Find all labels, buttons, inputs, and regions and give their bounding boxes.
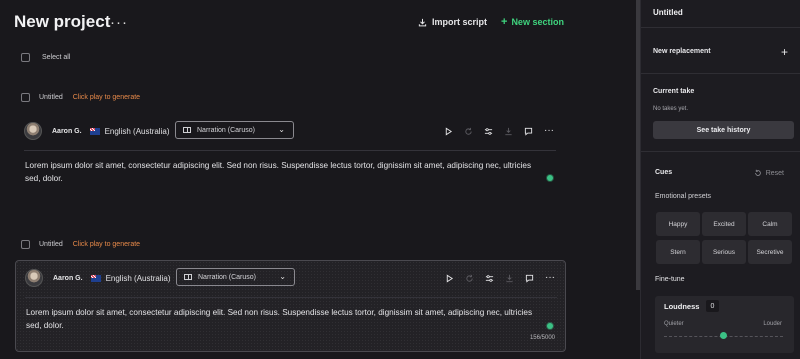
ellipsis-icon[interactable]: ··· [110, 14, 128, 31]
paragraph-actions: ··· [445, 268, 555, 288]
book-icon [183, 127, 191, 133]
comment-icon[interactable] [525, 274, 534, 283]
preset-serious[interactable]: Serious [702, 240, 746, 264]
character-count: 156/5000 [529, 335, 555, 341]
chevron-down-icon: ⌄ [279, 272, 286, 281]
language-label[interactable]: English (Australia) [105, 127, 170, 136]
loudness-value[interactable]: 0 [706, 300, 719, 312]
paragraph-toolbar: Aaron G. English (Australia) Narration (… [24, 121, 556, 141]
import-script-label: Import script [432, 17, 488, 27]
page-title: New project [14, 12, 111, 31]
section-header: Untitled Click play to generate [21, 240, 140, 249]
paragraph-text[interactable]: Lorem ipsum dolor sit amet, consectetur … [26, 306, 546, 332]
paragraph-toolbar: Aaron G. English (Australia) Narration (… [25, 268, 557, 288]
settings-sliders-icon[interactable] [485, 274, 494, 283]
model-select[interactable]: Narration (Caruso) ⌄ [175, 121, 294, 139]
play-icon[interactable] [445, 274, 454, 283]
preset-happy[interactable]: Happy [656, 212, 700, 236]
import-icon [418, 18, 427, 26]
loudness-slider-handle[interactable] [720, 332, 727, 339]
status-dot [547, 175, 553, 181]
import-script-button[interactable]: Import script [418, 17, 487, 27]
generate-hint: Click play to generate [72, 94, 141, 101]
see-take-history-button[interactable]: See take history [653, 121, 794, 139]
generate-hint: Click play to generate [72, 241, 141, 248]
reset-button[interactable]: Reset [754, 169, 784, 177]
avatar[interactable] [24, 122, 42, 140]
select-all-checkbox[interactable] [21, 53, 30, 62]
paragraph-actions: ··· [444, 121, 554, 141]
regenerate-icon[interactable] [465, 274, 474, 283]
editor-main: New project ··· Import script + New sect… [0, 0, 636, 359]
select-all-label: Select all [42, 54, 71, 61]
preset-stern[interactable]: Stern [656, 240, 700, 264]
new-replacement-label: New replacement [653, 48, 711, 55]
section-name[interactable]: Untitled [39, 94, 63, 101]
australia-flag-icon [89, 127, 100, 135]
model-label: Narration (Caruso) [198, 273, 256, 281]
play-icon[interactable] [444, 127, 453, 136]
divider [641, 27, 800, 28]
reset-label: Reset [765, 169, 784, 177]
louder-label: Louder [763, 321, 782, 327]
language-label[interactable]: English (Australia) [106, 274, 171, 283]
download-icon[interactable] [504, 127, 513, 136]
status-dot [547, 323, 553, 329]
comment-icon[interactable] [524, 127, 533, 136]
loudness-control: Loudness 0 Quieter Louder [655, 296, 794, 353]
divider [641, 151, 800, 152]
new-section-button[interactable]: + New section [501, 15, 564, 28]
more-options-icon[interactable]: ··· [544, 126, 554, 136]
panel-title: Untitled [653, 8, 683, 17]
avatar[interactable] [25, 269, 43, 287]
chevron-down-icon: ⌄ [278, 125, 285, 134]
divider [25, 297, 557, 298]
speaker-name[interactable]: Aaron G. [52, 128, 82, 135]
cues-label: Cues [655, 169, 673, 176]
download-icon[interactable] [505, 274, 514, 283]
new-section-label: New section [511, 17, 564, 27]
fine-tune-label: Fine-tune [655, 276, 685, 283]
plus-icon: + [501, 15, 508, 28]
settings-sliders-icon[interactable] [484, 127, 493, 136]
emotional-presets-grid: Happy Excited Calm Stern Serious Secreti… [656, 212, 796, 264]
preset-calm[interactable]: Calm [748, 212, 792, 236]
more-options-icon[interactable]: ··· [545, 273, 555, 283]
section-checkbox[interactable] [21, 93, 30, 102]
regenerate-icon[interactable] [464, 127, 473, 136]
model-select[interactable]: Narration (Caruso) ⌄ [176, 268, 295, 286]
paragraph-card[interactable]: Aaron G. English (Australia) Narration (… [15, 121, 566, 201]
current-take-label: Current take [653, 88, 695, 95]
no-takes-text: No takes yet. [653, 106, 689, 112]
preset-secretive[interactable]: Secretive [748, 240, 792, 264]
add-replacement-icon[interactable]: + [781, 45, 788, 59]
section-checkbox[interactable] [21, 240, 30, 249]
paragraph-card-active[interactable]: Aaron G. English (Australia) Narration (… [15, 260, 566, 352]
book-icon [184, 274, 192, 280]
paragraph-text[interactable]: Lorem ipsum dolor sit amet, consectetur … [25, 159, 545, 185]
loudness-label: Loudness [664, 302, 700, 311]
select-all[interactable]: Select all [21, 53, 70, 62]
australia-flag-icon [90, 274, 101, 282]
preset-excited[interactable]: Excited [702, 212, 746, 236]
divider [24, 150, 556, 151]
model-label: Narration (Caruso) [197, 126, 255, 134]
divider [641, 73, 800, 74]
emotional-presets-label: Emotional presets [655, 193, 712, 200]
section-header: Untitled Click play to generate [21, 93, 140, 102]
speaker-name[interactable]: Aaron G. [53, 275, 83, 282]
quieter-label: Quieter [664, 321, 684, 327]
section-name[interactable]: Untitled [39, 241, 63, 248]
reset-icon [754, 169, 761, 176]
